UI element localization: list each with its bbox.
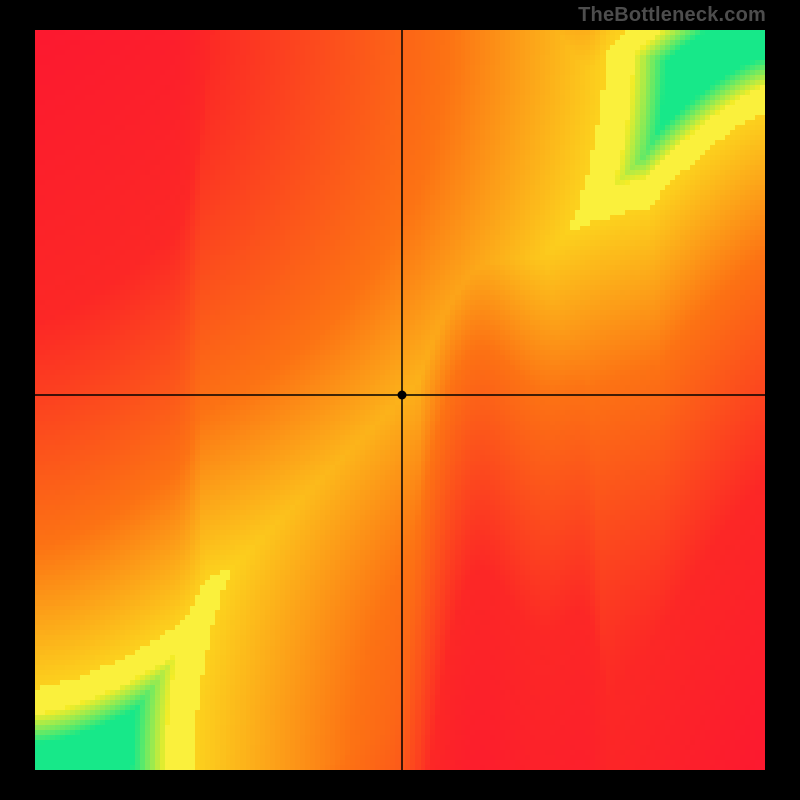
heatmap-canvas — [30, 30, 770, 770]
watermark-text: TheBottleneck.com — [578, 4, 766, 27]
chart-frame: TheBottleneck.com — [0, 0, 800, 800]
heatmap-plot — [30, 30, 770, 770]
